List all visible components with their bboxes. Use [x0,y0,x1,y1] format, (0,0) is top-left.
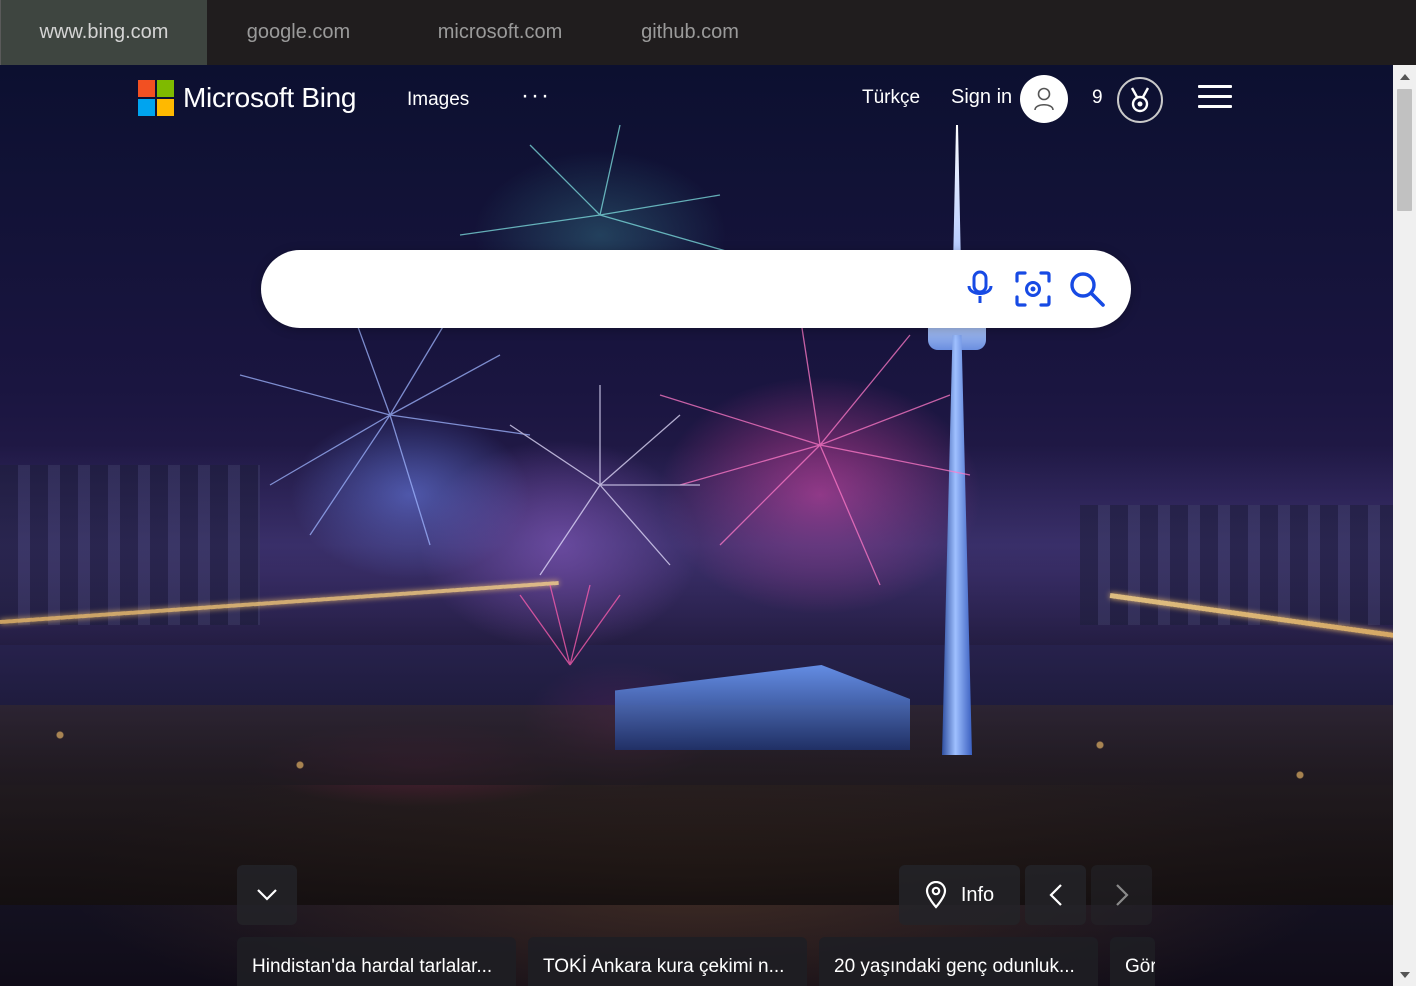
chevron-right-icon [1115,884,1129,906]
info-label: Info [960,883,995,906]
visual-search-icon[interactable] [1013,269,1053,309]
fireworks [239,124,971,666]
medal-icon [1130,87,1150,113]
sign-in-link[interactable]: Sign in [951,86,1012,109]
scrollbar-thumb[interactable] [1397,89,1412,211]
nav-images-link[interactable]: Images [407,89,469,111]
tab-google[interactable]: google.com [207,0,390,65]
rewards-button[interactable] [1117,77,1163,123]
search-icon[interactable] [1067,269,1107,309]
scroll-down-arrow-icon[interactable] [1393,964,1416,986]
user-icon [1034,87,1054,111]
hamburger-menu-icon[interactable] [1198,85,1232,111]
news-card[interactable]: TOKİ Ankara kura çekimi n... [528,937,807,986]
reward-points-count: 9 [1092,87,1103,108]
language-link[interactable]: Türkçe [862,87,920,109]
tab-github[interactable]: github.com [610,0,770,65]
search-input[interactable] [289,268,943,312]
bing-homepage: Microsoft Bing Images ··· Türkçe Sign in… [0,65,1393,986]
tab-bing[interactable]: www.bing.com [0,0,207,65]
news-card[interactable]: Gör [1110,937,1155,986]
browser-tab-strip: www.bing.com google.com microsoft.com gi… [0,0,1416,65]
chevron-down-icon [257,889,277,901]
logo-text: Microsoft Bing [183,82,357,113]
bing-logo[interactable]: Microsoft Bing [138,80,357,116]
next-image-button[interactable] [1091,865,1152,925]
image-info-button[interactable]: Info [899,865,1020,925]
microphone-icon[interactable] [963,269,997,307]
previous-image-button[interactable] [1025,865,1086,925]
avatar[interactable] [1020,75,1068,123]
scroll-up-arrow-icon[interactable] [1393,65,1416,87]
microsoft-logo-icon [138,80,174,116]
chevron-left-icon [1048,884,1062,906]
news-card[interactable]: Hindistan'da hardal tarlalar... [237,937,516,986]
search-box [261,250,1131,328]
vertical-scrollbar[interactable] [1393,65,1416,986]
more-menu-button[interactable]: ··· [521,82,551,110]
location-pin-icon [925,881,946,909]
expand-feed-button[interactable] [237,865,297,925]
tab-microsoft[interactable]: microsoft.com [390,0,610,65]
news-card[interactable]: 20 yaşındaki genç odunluk... [819,937,1098,986]
